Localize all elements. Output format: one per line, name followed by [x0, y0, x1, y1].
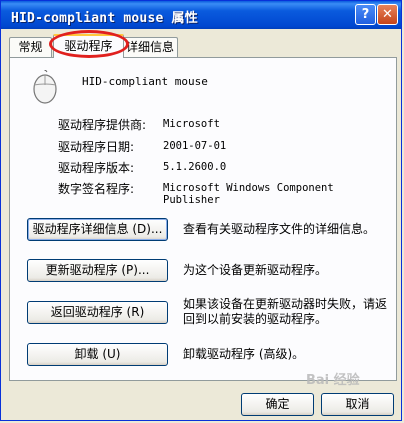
- date-label: 驱动程序日期:: [58, 140, 135, 154]
- uninstall-description: 卸载驱动程序 (高级)。: [183, 347, 305, 361]
- driver-tab-panel: HID-compliant mouse 驱动程序提供商: Microsoft 驱…: [9, 57, 397, 381]
- roll-back-driver-description: 如果该设备在更新驱动器时失败，请返回到以前安装的驱动程序。: [183, 297, 388, 326]
- tab-details[interactable]: 详细信息: [122, 37, 178, 57]
- properties-dialog: HID-compliant mouse 属性 ? ✕ 常规 驱动程序 详细信息 …: [0, 0, 402, 421]
- version-label: 驱动程序版本:: [58, 161, 135, 175]
- highlight-circle-annotation: [49, 30, 129, 58]
- title-bar[interactable]: HID-compliant mouse 属性 ? ✕: [1, 1, 401, 29]
- cancel-button[interactable]: 取消: [321, 393, 394, 416]
- watermark: Bai 经验: [306, 373, 360, 388]
- tab-general[interactable]: 常规: [9, 37, 52, 57]
- signer-value: Microsoft Windows Component Publisher: [163, 182, 334, 206]
- update-driver-button[interactable]: 更新驱动程序 (P)...: [27, 259, 168, 282]
- date-value: 2001-07-01: [163, 140, 227, 152]
- close-button[interactable]: ✕: [377, 4, 398, 25]
- mouse-icon: [33, 70, 57, 104]
- help-button[interactable]: ?: [355, 4, 376, 25]
- window-title: HID-compliant mouse 属性: [11, 11, 198, 26]
- roll-back-driver-button[interactable]: 返回驱动程序 (R): [27, 301, 168, 324]
- ok-button[interactable]: 确定: [241, 393, 314, 416]
- uninstall-button[interactable]: 卸载 (U): [27, 343, 168, 366]
- driver-details-description: 查看有关驱动程序文件的详细信息。: [183, 222, 376, 236]
- version-value: 5.1.2600.0: [163, 161, 227, 173]
- signer-label: 数字签名程序:: [58, 182, 135, 196]
- driver-details-button[interactable]: 驱动程序详细信息 (D)...: [27, 218, 168, 241]
- provider-value: Microsoft: [163, 118, 220, 130]
- update-driver-description: 为这个设备更新驱动程序。: [183, 263, 328, 277]
- device-name: HID-compliant mouse: [82, 75, 208, 88]
- provider-label: 驱动程序提供商:: [58, 118, 147, 132]
